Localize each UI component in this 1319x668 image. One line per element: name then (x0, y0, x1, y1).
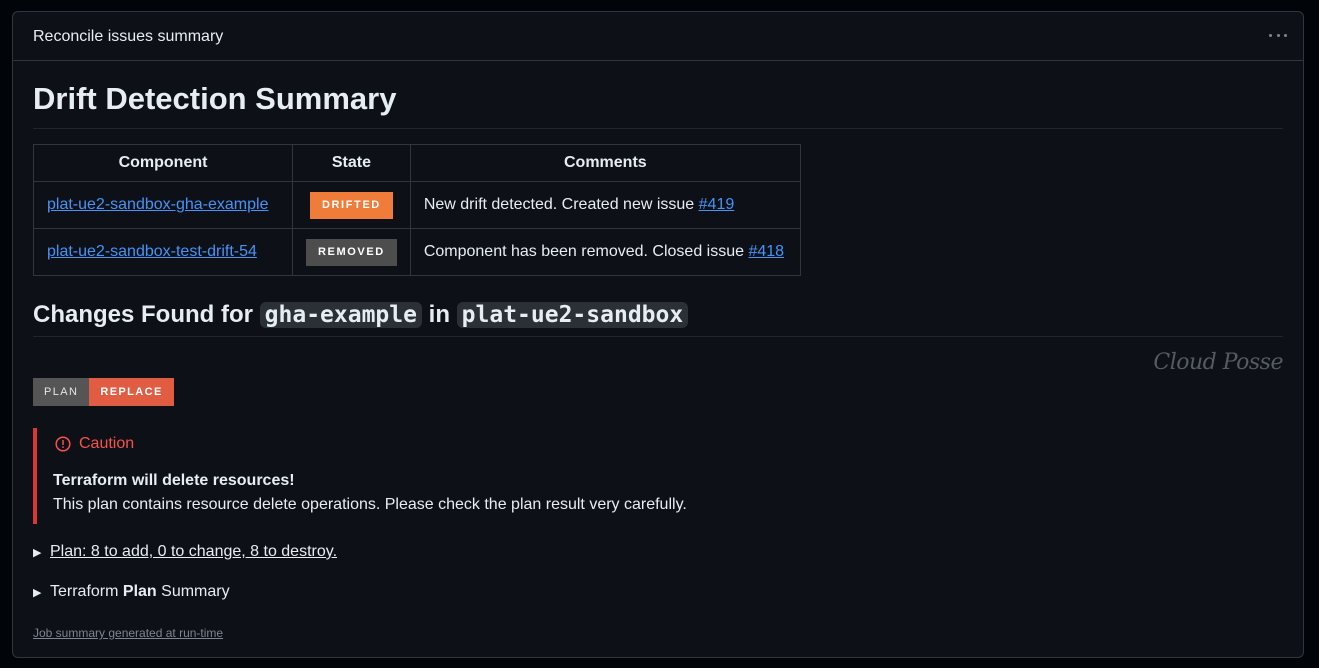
table-row: plat-ue2-sandbox-gha-example DRIFTED New… (33, 181, 801, 229)
page-title: Drift Detection Summary (33, 80, 1283, 129)
caution-strong-text: Terraform will delete resources! (53, 472, 295, 489)
table-row: plat-ue2-sandbox-test-drift-54 REMOVED C… (33, 228, 801, 276)
changes-heading: Changes Found for gha-example in plat-ue… (33, 296, 1283, 337)
summary-suffix: Summary (156, 583, 230, 600)
column-header-state: State (292, 144, 411, 182)
component-link[interactable]: plat-ue2-sandbox-test-drift-54 (47, 243, 257, 260)
caution-title: Caution (55, 435, 134, 453)
changes-heading-prefix: Changes Found for (33, 301, 260, 328)
issue-link[interactable]: #419 (699, 196, 735, 213)
panel-title: Reconcile issues summary (33, 28, 224, 45)
plan-summary-label: Terraform Plan Summary (50, 583, 230, 601)
triangle-right-icon: ▶ (33, 586, 42, 599)
state-badge-drifted: DRIFTED (309, 191, 393, 219)
plan-summary-toggle[interactable]: ▶ Terraform Plan Summary (33, 583, 230, 601)
plan-details-toggle[interactable]: ▶ Plan: 8 to add, 0 to change, 8 to dest… (33, 543, 337, 561)
drift-table: Component State Comments plat-ue2-sandbo… (33, 144, 801, 276)
summary-prefix: Terraform (50, 583, 123, 600)
comment-cell: Component has been removed. Closed issue… (409, 228, 801, 276)
comment-text: New drift detected. Created new issue (423, 196, 699, 213)
comment-cell: New drift detected. Created new issue #4… (409, 181, 801, 229)
issue-link[interactable]: #418 (748, 243, 784, 260)
job-summary-panel: Reconcile issues summary Drift Detection… (12, 11, 1304, 658)
plan-details-label: Plan: 8 to add, 0 to change, 8 to destro… (50, 543, 338, 560)
summary-bold: Plan (122, 583, 157, 600)
stack-code: plat-ue2-sandbox (456, 302, 689, 328)
plan-badge-label: PLAN (33, 378, 90, 406)
state-cell: REMOVED (292, 228, 411, 276)
caution-body-text: This plan contains resource delete opera… (53, 496, 687, 513)
column-header-comments: Comments (409, 144, 801, 182)
changes-heading-middle: in (421, 301, 457, 328)
component-cell: plat-ue2-sandbox-gha-example (33, 181, 293, 229)
cloud-posse-logo: Cloud Posse (1153, 350, 1283, 375)
triangle-right-icon: ▶ (33, 546, 42, 559)
caution-title-text: Caution (79, 435, 135, 452)
plan-badge-value: REPLACE (89, 378, 174, 406)
state-badge-removed: REMOVED (306, 238, 397, 266)
job-summary-footer-link[interactable]: Job summary generated at run-time (33, 626, 223, 640)
stop-icon (55, 436, 71, 452)
more-options-icon[interactable] (1269, 26, 1287, 44)
component-cell: plat-ue2-sandbox-test-drift-54 (33, 228, 293, 276)
plan-replace-badge: PLAN REPLACE (33, 378, 174, 406)
comment-text: Component has been removed. Closed issue (423, 243, 749, 260)
component-code: gha-example (259, 302, 422, 328)
caution-alert: Caution Terraform will delete resources!… (33, 428, 1283, 524)
panel-header: Reconcile issues summary (13, 12, 1303, 61)
state-cell: DRIFTED (292, 181, 411, 229)
column-header-component: Component (33, 144, 293, 182)
component-link[interactable]: plat-ue2-sandbox-gha-example (47, 196, 268, 213)
